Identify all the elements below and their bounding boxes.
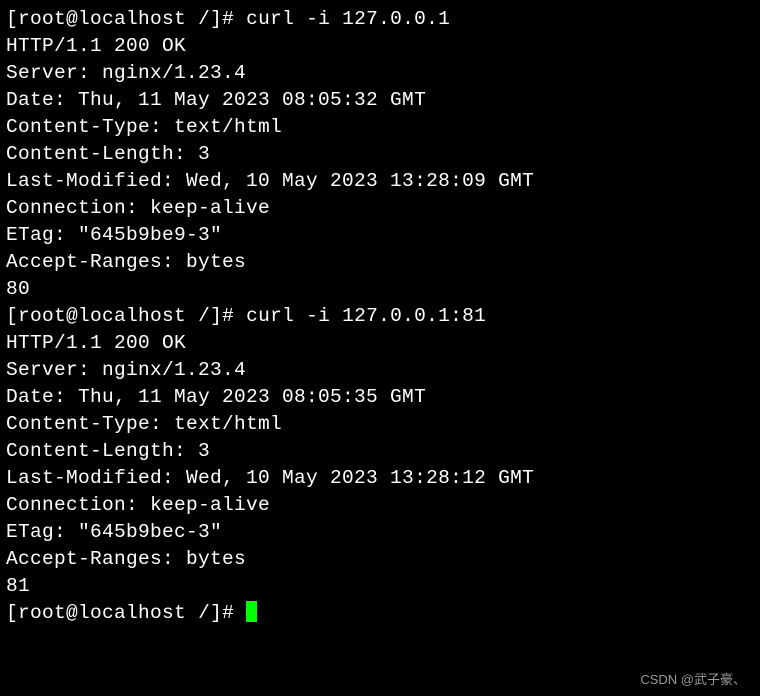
output-line: ETag: "645b9bec-3"	[6, 519, 754, 546]
prompt-at: @	[66, 8, 78, 30]
command-1: curl -i 127.0.0.1	[246, 8, 450, 30]
prompt-path: /	[186, 305, 210, 327]
prompt-line-3[interactable]: [root@localhost /]#	[6, 600, 754, 627]
prompt-close: ]	[210, 8, 222, 30]
output-line: Content-Length: 3	[6, 141, 754, 168]
prompt-at: @	[66, 305, 78, 327]
prompt-host: localhost	[78, 8, 186, 30]
output-line: HTTP/1.1 200 OK	[6, 330, 754, 357]
prompt-host: localhost	[78, 305, 186, 327]
prompt-line-2[interactable]: [root@localhost /]# curl -i 127.0.0.1:81	[6, 303, 754, 330]
output-line: Content-Type: text/html	[6, 114, 754, 141]
prompt-line-1[interactable]: [root@localhost /]# curl -i 127.0.0.1	[6, 6, 754, 33]
prompt-hash: #	[222, 305, 234, 327]
prompt-at: @	[66, 602, 78, 624]
output-line: Accept-Ranges: bytes	[6, 546, 754, 573]
output-line: Last-Modified: Wed, 10 May 2023 13:28:09…	[6, 168, 754, 195]
prompt-hash: #	[222, 602, 234, 624]
output-line: Accept-Ranges: bytes	[6, 249, 754, 276]
output-line: HTTP/1.1 200 OK	[6, 33, 754, 60]
output-line: Content-Type: text/html	[6, 411, 754, 438]
watermark: CSDN @武子豪、	[640, 669, 746, 688]
output-line: Connection: keep-alive	[6, 492, 754, 519]
prompt-user: root	[18, 8, 66, 30]
prompt-path: /	[186, 602, 210, 624]
output-line: Date: Thu, 11 May 2023 08:05:32 GMT	[6, 87, 754, 114]
output-line: Content-Length: 3	[6, 438, 754, 465]
prompt-open: [	[6, 305, 18, 327]
output-body-2: 81	[6, 573, 754, 600]
output-line: Connection: keep-alive	[6, 195, 754, 222]
output-line: Last-Modified: Wed, 10 May 2023 13:28:12…	[6, 465, 754, 492]
prompt-host: localhost	[78, 602, 186, 624]
prompt-user: root	[18, 305, 66, 327]
prompt-close: ]	[210, 602, 222, 624]
command-2: curl -i 127.0.0.1:81	[246, 305, 486, 327]
prompt-open: [	[6, 8, 18, 30]
prompt-user: root	[18, 602, 66, 624]
prompt-open: [	[6, 602, 18, 624]
output-line: ETag: "645b9be9-3"	[6, 222, 754, 249]
prompt-close: ]	[210, 305, 222, 327]
cursor-icon	[246, 601, 257, 622]
output-line: Server: nginx/1.23.4	[6, 60, 754, 87]
prompt-path: /	[186, 8, 210, 30]
output-line: Date: Thu, 11 May 2023 08:05:35 GMT	[6, 384, 754, 411]
prompt-hash: #	[222, 8, 234, 30]
output-line: Server: nginx/1.23.4	[6, 357, 754, 384]
output-body-1: 80	[6, 276, 754, 303]
